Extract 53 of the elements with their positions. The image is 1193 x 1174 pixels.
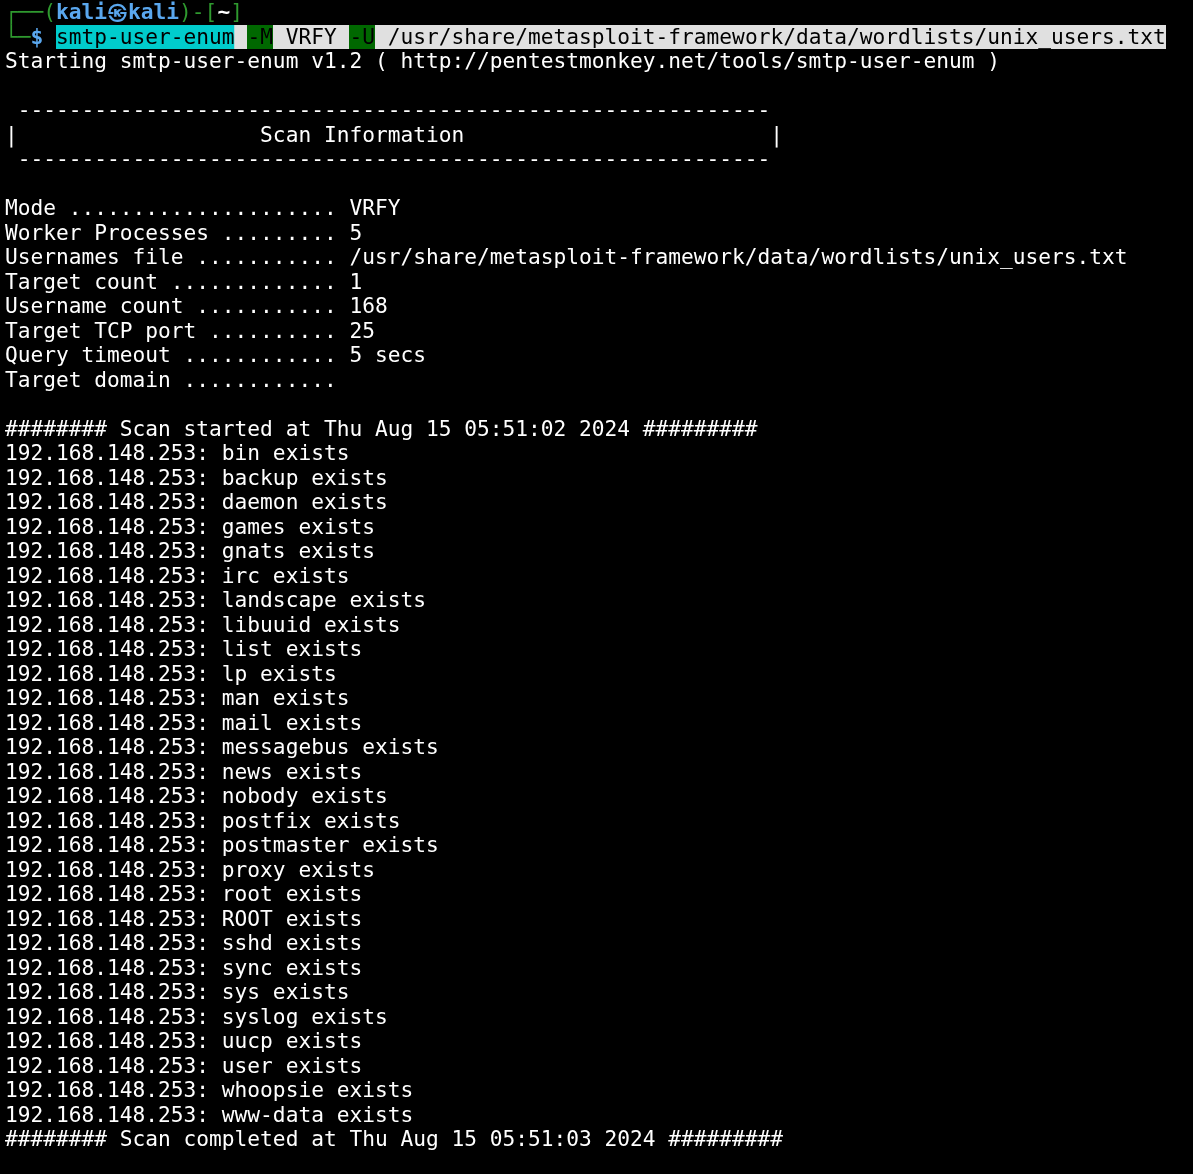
- setting-line: Target domain ............: [5, 367, 337, 392]
- prompt-symbol: $: [30, 24, 44, 49]
- setting-line: Query timeout ............ 5 secs: [5, 343, 426, 368]
- result-line: 192.168.148.253: backup exists: [5, 465, 388, 490]
- box-border: -----------------------------------------------------------: [16, 98, 771, 123]
- result-line: 192.168.148.253: whoopsie exists: [5, 1078, 414, 1103]
- prompt-frame: ]: [230, 0, 243, 25]
- banner-text: Starting smtp-user-enum v1.2 ( http://pentestmonkey.net/tools/smtp-user-enum ): [5, 49, 1000, 74]
- prompt-directory: ~: [217, 0, 231, 25]
- result-line: 192.168.148.253: landscape exists: [5, 588, 426, 613]
- prompt-frame: ┌──(: [5, 0, 57, 25]
- result-line: 192.168.148.253: messagebus exists: [5, 735, 439, 760]
- result-line: 192.168.148.253: bin exists: [5, 441, 350, 466]
- setting-line: Worker Processes ......... 5: [5, 220, 363, 245]
- result-line: 192.168.148.253: list exists: [5, 637, 363, 662]
- result-line: 192.168.148.253: root exists: [5, 882, 363, 907]
- result-line: 192.168.148.253: news exists: [5, 759, 363, 784]
- setting-line: Target TCP port .......... 25: [5, 318, 375, 343]
- result-line: 192.168.148.253: sshd exists: [5, 931, 363, 956]
- result-line: 192.168.148.253: lp exists: [5, 661, 337, 686]
- result-line: 192.168.148.253: postfix exists: [5, 808, 401, 833]
- prompt-user-host: kali㉿kali: [56, 0, 180, 25]
- prompt-frame: └─: [5, 24, 31, 49]
- result-line: 192.168.148.253: proxy exists: [5, 857, 375, 882]
- result-line: 192.168.148.253: sys exists: [5, 980, 350, 1005]
- result-line: 192.168.148.253: user exists: [5, 1053, 363, 1078]
- command-name: smtp-user-enum: [56, 24, 235, 49]
- setting-line: Mode ..................... VRFY: [5, 196, 401, 221]
- result-line: 192.168.148.253: games exists: [5, 514, 375, 539]
- result-line: 192.168.148.253: uucp exists: [5, 1029, 363, 1054]
- result-line: 192.168.148.253: libuuid exists: [5, 612, 401, 637]
- command-argument: VRFY: [272, 24, 350, 49]
- result-line: 192.168.148.253: mail exists: [5, 710, 363, 735]
- result-line: 192.168.148.253: syslog exists: [5, 1004, 388, 1029]
- setting-line: Username count ........... 168: [5, 294, 388, 319]
- scan-start-line: ######## Scan started at Thu Aug 15 05:51:02 2024 #########: [5, 416, 758, 441]
- result-line: 192.168.148.253: sync exists: [5, 955, 363, 980]
- result-line: 192.168.148.253: www-data exists: [5, 1102, 414, 1127]
- result-line: 192.168.148.253: irc exists: [5, 563, 350, 588]
- section-title: | Scan Information |: [5, 122, 784, 147]
- result-line: 192.168.148.253: gnats exists: [5, 539, 375, 564]
- command-argument: /usr/share/metasploit-framework/data/wordlists/unix_users.txt: [374, 24, 1166, 49]
- result-line: 192.168.148.253: man exists: [5, 686, 350, 711]
- prompt-frame: )-[: [179, 0, 218, 25]
- result-line: 192.168.148.253: daemon exists: [5, 490, 388, 515]
- result-line: 192.168.148.253: postmaster exists: [5, 833, 439, 858]
- command-flag: -U: [349, 24, 375, 49]
- scan-end-line: ######## Scan completed at Thu Aug 15 05:51:03 2024 #########: [5, 1127, 784, 1152]
- setting-line: Usernames file ........... /usr/share/metasploit-framework/data/wordlists/unix_users.txt: [5, 245, 1128, 270]
- setting-line: Target count ............. 1: [5, 269, 363, 294]
- result-line: 192.168.148.253: nobody exists: [5, 784, 388, 809]
- box-border: -----------------------------------------------------------: [16, 147, 771, 172]
- result-line: 192.168.148.253: ROOT exists: [5, 906, 363, 931]
